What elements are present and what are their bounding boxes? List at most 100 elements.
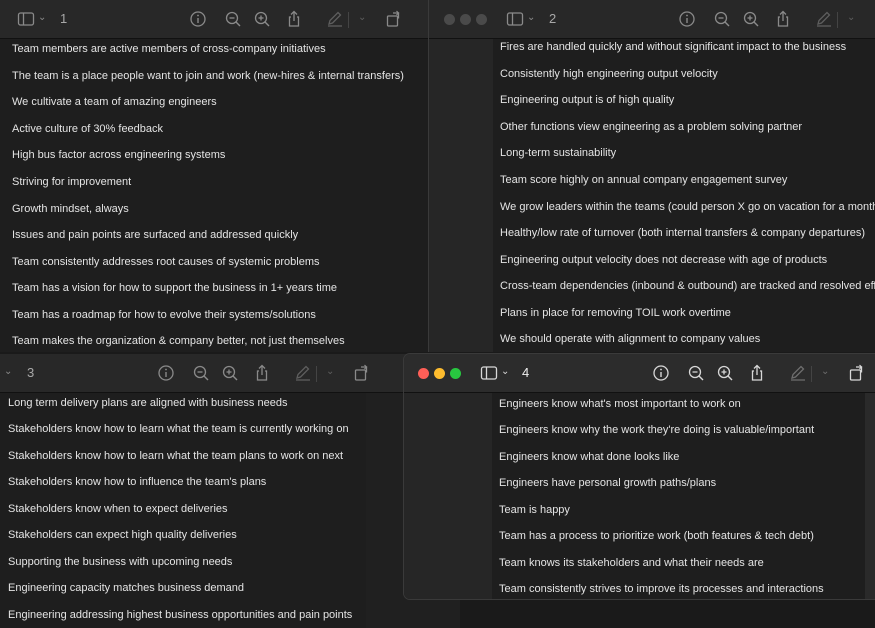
zoom-out-icon[interactable]	[192, 364, 210, 382]
sidebar-icon[interactable]	[17, 10, 35, 28]
sidebar-icon[interactable]	[480, 364, 498, 382]
toolbar: ⌄ 4 ⌄	[404, 354, 875, 393]
text-line: Team score highly on annual company enga…	[500, 174, 788, 186]
markup-icon[interactable]	[789, 364, 807, 382]
chevron-down-icon[interactable]: ⌄	[4, 366, 12, 377]
text-line: We cultivate a team of amazing engineers	[12, 96, 217, 108]
info-icon[interactable]	[652, 364, 670, 382]
zoom-button[interactable]	[450, 368, 461, 379]
chevron-down-icon[interactable]: ⌄	[821, 366, 829, 377]
rotate-icon[interactable]	[385, 10, 403, 28]
rotate-icon[interactable]	[848, 364, 866, 382]
chevron-down-icon[interactable]: ⌄	[358, 12, 366, 23]
zoom-out-icon[interactable]	[224, 10, 242, 28]
text-line: Issues and pain points are surfaced and …	[12, 229, 299, 241]
chevron-down-icon[interactable]: ⌄	[527, 12, 535, 23]
text-line: Stakeholders know when to expect deliver…	[8, 503, 228, 515]
toolbar-separator	[837, 12, 838, 28]
chevron-down-icon[interactable]: ⌄	[38, 12, 46, 23]
toolbar: ⌄ 2 ⌄	[429, 0, 875, 39]
toolbar-separator	[316, 366, 317, 382]
text-line: Team has a vision for how to support the…	[12, 282, 337, 294]
text-line: We grow leaders within the teams (could …	[500, 201, 875, 213]
text-line: Consistently high engineering output vel…	[500, 68, 718, 80]
text-line: Growth mindset, always	[12, 203, 129, 215]
toolbar-separator	[348, 12, 349, 28]
text-line: Engineering output velocity does not dec…	[500, 254, 828, 266]
text-line: Healthy/low rate of turnover (both inter…	[500, 227, 866, 239]
markup-icon[interactable]	[326, 10, 344, 28]
zoom-in-icon[interactable]	[716, 364, 734, 382]
text-line: Cross-team dependencies (inbound & outbo…	[500, 280, 875, 292]
text-line: Team knows its stakeholders and what the…	[499, 557, 764, 569]
preview-window-4: ⌄ 4 ⌄ Engineers know what's most importa…	[404, 354, 875, 599]
text-line: Stakeholders know how to learn what the …	[8, 423, 349, 435]
text-line: Team consistently strives to improve its…	[499, 583, 824, 595]
chevron-down-icon[interactable]: ⌄	[326, 366, 334, 377]
share-icon[interactable]	[285, 10, 303, 28]
scroll-track[interactable]	[865, 393, 875, 599]
zoom-out-icon[interactable]	[687, 364, 705, 382]
info-icon[interactable]	[157, 364, 175, 382]
sidebar-panel	[404, 393, 492, 599]
page-content: Team members are active members of cross…	[0, 39, 430, 352]
toolbar-separator	[811, 366, 812, 382]
minimize-button[interactable]	[460, 14, 471, 25]
text-line: Engineering addressing highest business …	[8, 609, 353, 621]
info-icon[interactable]	[189, 10, 207, 28]
toolbar: ⌄ 3 ⌄	[0, 354, 460, 393]
sidebar-icon[interactable]	[506, 10, 524, 28]
text-line: Engineering output is of high quality	[500, 94, 675, 106]
text-line: Engineers know why the work they're doin…	[499, 424, 815, 436]
text-line: Team is happy	[499, 504, 570, 516]
zoom-in-icon[interactable]	[253, 10, 271, 28]
text-line: Engineers know what's most important to …	[499, 398, 741, 410]
window-title: 2	[549, 11, 557, 26]
preview-window-1: ⌄ 1 ⌄ Team members are active members of…	[0, 0, 430, 352]
markup-icon[interactable]	[294, 364, 312, 382]
text-line: Team has a roadmap for how to evolve the…	[12, 309, 316, 321]
text-line: Team members are active members of cross…	[12, 43, 326, 55]
text-line: Engineers have personal growth paths/pla…	[499, 477, 717, 489]
text-line: Long-term sustainability	[500, 147, 617, 159]
rotate-icon[interactable]	[353, 364, 371, 382]
text-line: Team has a process to prioritize work (b…	[499, 530, 814, 542]
text-line: Active culture of 30% feedback	[12, 123, 164, 135]
zoom-button[interactable]	[476, 14, 487, 25]
zoom-out-icon[interactable]	[713, 10, 731, 28]
window-title: 3	[27, 365, 35, 380]
chevron-down-icon[interactable]: ⌄	[847, 12, 855, 23]
share-icon[interactable]	[748, 364, 766, 382]
text-line: Team makes the organization & company be…	[12, 335, 345, 347]
text-line: Striving for improvement	[12, 176, 132, 188]
text-line: Supporting the business with upcoming ne…	[8, 556, 233, 568]
window-title: 4	[522, 365, 530, 380]
text-line: Engineering capacity matches business de…	[8, 582, 245, 594]
text-line: Other functions view engineering as a pr…	[500, 121, 803, 133]
zoom-in-icon[interactable]	[221, 364, 239, 382]
text-line: High bus factor across engineering syste…	[12, 149, 226, 161]
text-line: Stakeholders know how to influence the t…	[8, 476, 267, 488]
zoom-in-icon[interactable]	[742, 10, 760, 28]
text-line: Long term delivery plans are aligned wit…	[8, 397, 288, 409]
page-content: Long term delivery plans are aligned wit…	[0, 393, 366, 628]
text-line: Plans in place for removing TOIL work ov…	[500, 307, 731, 319]
markup-icon[interactable]	[815, 10, 833, 28]
preview-window-3: ⌄ 3 ⌄ Long term delivery plans are align…	[0, 354, 460, 628]
text-line: Engineers know what done looks like	[499, 451, 680, 463]
chevron-down-icon[interactable]: ⌄	[501, 366, 509, 377]
text-line: Stakeholders can expect high quality del…	[8, 529, 237, 541]
minimize-button[interactable]	[434, 368, 445, 379]
text-line: The team is a place people want to join …	[12, 70, 404, 82]
info-icon[interactable]	[678, 10, 696, 28]
share-icon[interactable]	[774, 10, 792, 28]
close-button[interactable]	[444, 14, 455, 25]
text-line: Stakeholders know how to learn what the …	[8, 450, 344, 462]
toolbar: ⌄ 1 ⌄	[0, 0, 430, 39]
sidebar-panel	[429, 39, 493, 352]
close-button[interactable]	[418, 368, 429, 379]
text-line: Team consistently addresses root causes …	[12, 256, 320, 268]
page-content: Fires are handled quickly and without si…	[493, 39, 875, 352]
page-content: Engineers know what's most important to …	[492, 393, 865, 599]
share-icon[interactable]	[253, 364, 271, 382]
